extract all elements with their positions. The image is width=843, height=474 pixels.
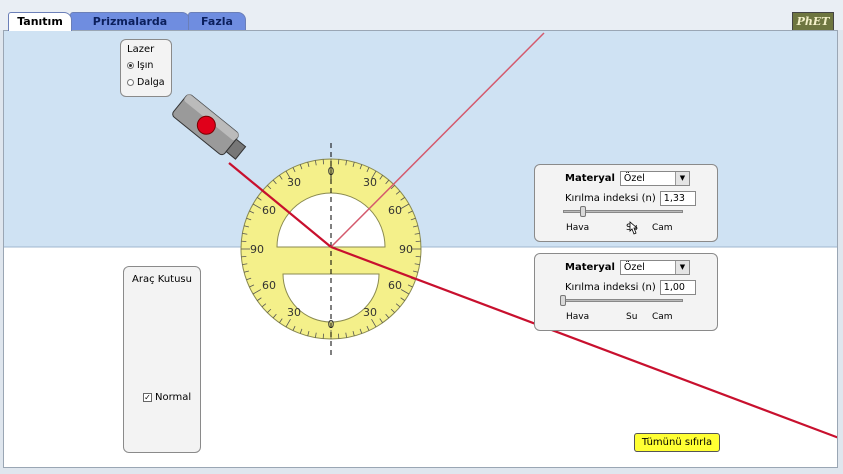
toolbox-panel: Araç Kutusu ✓ Normal <box>123 266 201 453</box>
radio-wave[interactable]: Dalga <box>127 74 165 91</box>
protractor-label-30-left: 30 <box>287 176 301 189</box>
tab-bar: Tanıtım Prizmalarda kırılma Fazla PhET <box>0 0 843 46</box>
protractor-label-60-lower-left: 60 <box>262 279 276 292</box>
index-slider-thumb-bottom[interactable] <box>560 295 566 306</box>
protractor-label-90-right: 90 <box>399 243 413 256</box>
index-field-bottom[interactable]: 1,00 <box>659 280 696 295</box>
material-panel-bottom: Materyal Özel ▼ Kırılma indeksi (n) 1,00… <box>534 253 718 331</box>
material-panel-top: Materyal Özel ▼ Kırılma indeksi (n) 1,33… <box>534 164 718 242</box>
toolbox-title: Araç Kutusu <box>132 274 192 285</box>
material-select-bottom-value: Özel <box>623 262 645 273</box>
protractor-label-30-lower-right: 30 <box>363 306 377 319</box>
protractor-label-60-right: 60 <box>388 204 402 217</box>
tick-glass-top: Cam <box>652 223 673 233</box>
index-slider-thumb-top[interactable] <box>579 206 586 217</box>
normal-label: Normal <box>155 392 192 403</box>
index-slider-track-bottom[interactable] <box>563 299 683 302</box>
material-select-bottom[interactable]: Özel ▼ <box>619 260 690 275</box>
radio-ray-label: Işın <box>137 60 154 71</box>
normal-checkbox[interactable]: ✓ <box>143 393 152 402</box>
protractor-label-90-left: 90 <box>250 243 264 256</box>
normal-checkbox-row[interactable]: ✓ Normal <box>143 392 191 403</box>
simulation-canvas[interactable]: 0 30 30 60 60 90 90 60 60 30 30 0 <box>3 30 838 468</box>
radio-wave-label: Dalga <box>137 77 165 88</box>
tick-air-top: Hava <box>566 223 590 233</box>
index-label-top: Kırılma indeksi (n) <box>565 193 656 204</box>
material-label-bottom: Materyal <box>565 262 615 273</box>
protractor-label-30-lower-left: 30 <box>287 306 301 319</box>
protractor-label-30-right: 30 <box>363 176 377 189</box>
reset-all-button[interactable]: Tümünü sıfırla <box>634 433 720 452</box>
chevron-down-icon: ▼ <box>674 172 689 185</box>
radio-ray[interactable]: Işın <box>127 57 165 74</box>
tick-air-bottom: Hava <box>566 312 590 322</box>
index-label-bottom: Kırılma indeksi (n) <box>565 282 656 293</box>
material-select-top[interactable]: Özel ▼ <box>619 171 690 186</box>
radio-wave-button[interactable] <box>127 79 134 86</box>
tick-glass-bottom: Cam <box>652 312 673 322</box>
tab-intro[interactable]: Tanıtım <box>8 12 72 31</box>
index-field-top[interactable]: 1,33 <box>659 191 696 206</box>
protractor-label-60-lower-right: 60 <box>388 279 402 292</box>
tab-more[interactable]: Fazla <box>188 12 246 30</box>
material-label-top: Materyal <box>565 173 615 184</box>
phet-logo: PhET <box>792 12 834 31</box>
tick-water-bottom: Su <box>626 312 638 322</box>
tab-prisms[interactable]: Prizmalarda kırılma <box>70 12 190 46</box>
radio-ray-button[interactable] <box>127 62 134 69</box>
protractor-label-60-left: 60 <box>262 204 276 217</box>
laser-panel: Lazer Işın Dalga <box>120 39 172 97</box>
cursor-icon <box>629 221 639 235</box>
chevron-down-icon: ▼ <box>674 261 689 274</box>
laser-panel-title: Lazer <box>127 44 155 55</box>
protractor[interactable]: 0 30 30 60 60 90 90 60 60 30 30 0 <box>240 158 422 340</box>
material-select-top-value: Özel <box>623 173 645 184</box>
